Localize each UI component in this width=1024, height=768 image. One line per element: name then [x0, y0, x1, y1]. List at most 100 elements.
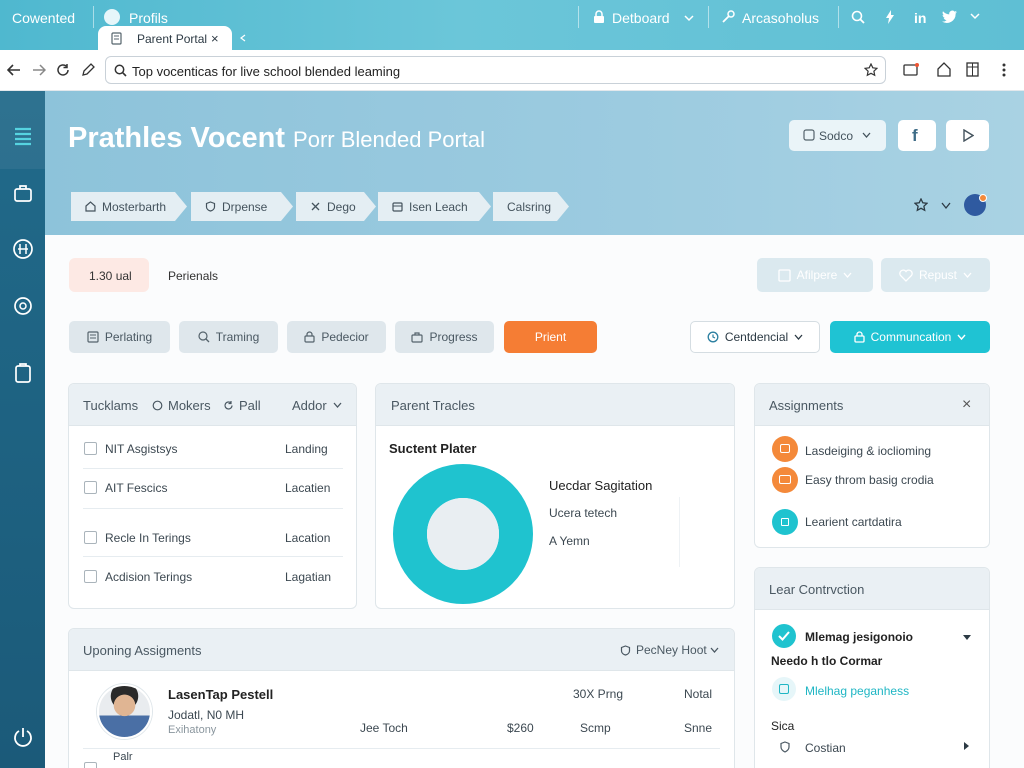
star-icon[interactable]	[864, 63, 878, 77]
twitter-icon[interactable]	[942, 10, 958, 24]
task-label: Acdision Terings	[105, 570, 193, 584]
profile-icon[interactable]	[104, 9, 120, 25]
assignment-item[interactable]: Learient cartdatira	[805, 515, 902, 529]
play-button[interactable]	[946, 120, 989, 151]
header-select[interactable]: Sodco	[789, 120, 886, 151]
key-icon	[722, 10, 735, 23]
tracker-subtitle: Suctent Plater	[389, 441, 477, 456]
grid-circle-icon[interactable]	[12, 238, 34, 260]
tracker-card: Parent Tracles Suctent Plater Uecdar Sag…	[375, 383, 735, 609]
chevron-down-icon[interactable]	[333, 402, 342, 409]
divider	[83, 508, 343, 509]
filter-progress-button[interactable]: Progress	[395, 321, 494, 353]
power-icon[interactable]	[12, 726, 34, 748]
task-checkbox[interactable]	[84, 570, 97, 583]
reload-icon[interactable]	[56, 63, 70, 77]
assignment-item[interactable]: Easy throm basig crodia	[805, 473, 934, 487]
action-approve-button[interactable]: Afilpere	[757, 258, 873, 292]
cast-icon[interactable]	[903, 63, 919, 77]
more-icon[interactable]	[1001, 62, 1007, 78]
tasks-tab-2[interactable]: Mokers	[168, 398, 211, 413]
assignment-item[interactable]: Lasdeiging & ioclioming	[805, 444, 931, 458]
app-name: Cowented	[12, 10, 76, 26]
home-icon[interactable]	[937, 62, 951, 77]
refresh-icon	[224, 401, 233, 410]
breadcrumb-3[interactable]: Dego	[296, 192, 376, 221]
page-title-bold: Prathles Vocent	[68, 122, 286, 154]
tasks-tab-3[interactable]: Pall	[239, 398, 261, 413]
chevron-down-icon[interactable]	[684, 14, 694, 22]
heart-icon	[899, 268, 913, 282]
clipboard-icon[interactable]	[12, 362, 34, 384]
caret-down-icon[interactable]	[962, 634, 972, 641]
link-icon-bg	[772, 677, 796, 701]
lock-icon	[594, 10, 604, 23]
briefcase-icon[interactable]	[12, 182, 34, 204]
notification-dot	[979, 194, 987, 202]
checkmark-icon	[778, 631, 790, 641]
breadcrumb-label: Calsring	[507, 199, 552, 214]
credential-select[interactable]: Centdencial	[690, 321, 820, 353]
upcoming-filter[interactable]: PecNey Hoot	[636, 643, 707, 657]
tasks-card-header: Tucklams Mokers Pall Addor	[69, 384, 356, 426]
filter-pedecior-button[interactable]: Pedecior	[287, 321, 386, 353]
bookmarks-icon[interactable]	[966, 62, 979, 77]
tasks-add-dropdown[interactable]: Addor	[292, 398, 327, 413]
assignment-icon	[772, 436, 798, 462]
upcoming-next: Palr	[113, 751, 133, 763]
action-request-button[interactable]: Repust	[881, 258, 990, 292]
close-button[interactable]: ×	[962, 396, 971, 414]
filter-label: Traming	[215, 330, 260, 344]
task-status: Lacation	[285, 531, 331, 545]
task-checkbox[interactable]	[84, 531, 97, 544]
dashboard-menu[interactable]: Detboard	[612, 10, 670, 26]
circle-icon	[152, 400, 163, 411]
divider	[708, 6, 709, 28]
tasks-tab-1[interactable]: Tucklams	[83, 398, 138, 413]
tab-close-button[interactable]: ×	[211, 31, 219, 46]
address-bar[interactable]: Top vocenticas for live school blended l…	[105, 56, 886, 84]
back-icon[interactable]	[7, 63, 21, 77]
avatar[interactable]	[964, 194, 987, 216]
breadcrumb-5[interactable]: Calsring	[493, 192, 569, 221]
contribution-card: Lear Contrvction Mlemag jesigonoio Needo…	[754, 567, 990, 768]
star-icon[interactable]	[914, 198, 928, 212]
contribution-link[interactable]: Mlelhag peganhess	[805, 684, 909, 698]
communication-button[interactable]: Communcation	[830, 321, 990, 353]
forward-icon[interactable]	[32, 63, 46, 77]
filter-primary-button[interactable]: Prient	[504, 321, 597, 353]
task-checkbox[interactable]	[84, 442, 97, 455]
breadcrumb-4[interactable]: Isen Leach	[378, 192, 491, 221]
profile-label[interactable]: Profils	[129, 10, 168, 26]
filter-perlating-button[interactable]: Perlating	[69, 321, 170, 353]
chevron-down-icon[interactable]	[710, 647, 719, 654]
caret-right-icon[interactable]	[963, 741, 970, 751]
contribution-item-title[interactable]: Mlemag jesigonoio	[805, 630, 913, 644]
breadcrumb-2[interactable]: Drpense	[191, 192, 293, 221]
settings-icon[interactable]	[12, 295, 34, 317]
linkedin-icon[interactable]: in	[914, 10, 926, 26]
summary-label: Perienals	[168, 269, 219, 283]
count-badge-text: 1.30 ual	[89, 269, 132, 283]
breadcrumb-1[interactable]: Mosterbarth	[71, 192, 187, 221]
row-checkbox[interactable]	[84, 762, 97, 768]
account-menu[interactable]: Arcasoholus	[742, 10, 819, 26]
lock-icon	[781, 518, 789, 526]
task-checkbox[interactable]	[84, 481, 97, 494]
breadcrumb-label: Dego	[327, 199, 356, 214]
chevron-down-icon[interactable]	[970, 12, 980, 20]
facebook-button[interactable]: f	[898, 120, 936, 151]
chevron-down-icon[interactable]	[941, 202, 951, 210]
chevron-down-icon	[862, 132, 871, 138]
breadcrumb-label: Isen Leach	[409, 199, 468, 214]
filter-traming-button[interactable]: Traming	[179, 321, 278, 353]
search-icon[interactable]	[851, 10, 865, 24]
menu-icon[interactable]	[12, 125, 34, 147]
lightning-icon[interactable]	[885, 10, 895, 24]
browser-tab[interactable]: Parent Portal ×	[98, 26, 232, 51]
lock-icon	[853, 331, 865, 343]
tab-scroll-icon[interactable]	[240, 34, 246, 42]
contribution-last-item[interactable]: Costian	[805, 741, 846, 755]
edit-icon[interactable]	[81, 63, 95, 77]
tasks-card: Tucklams Mokers Pall Addor NIT Asgistsys…	[68, 383, 357, 609]
